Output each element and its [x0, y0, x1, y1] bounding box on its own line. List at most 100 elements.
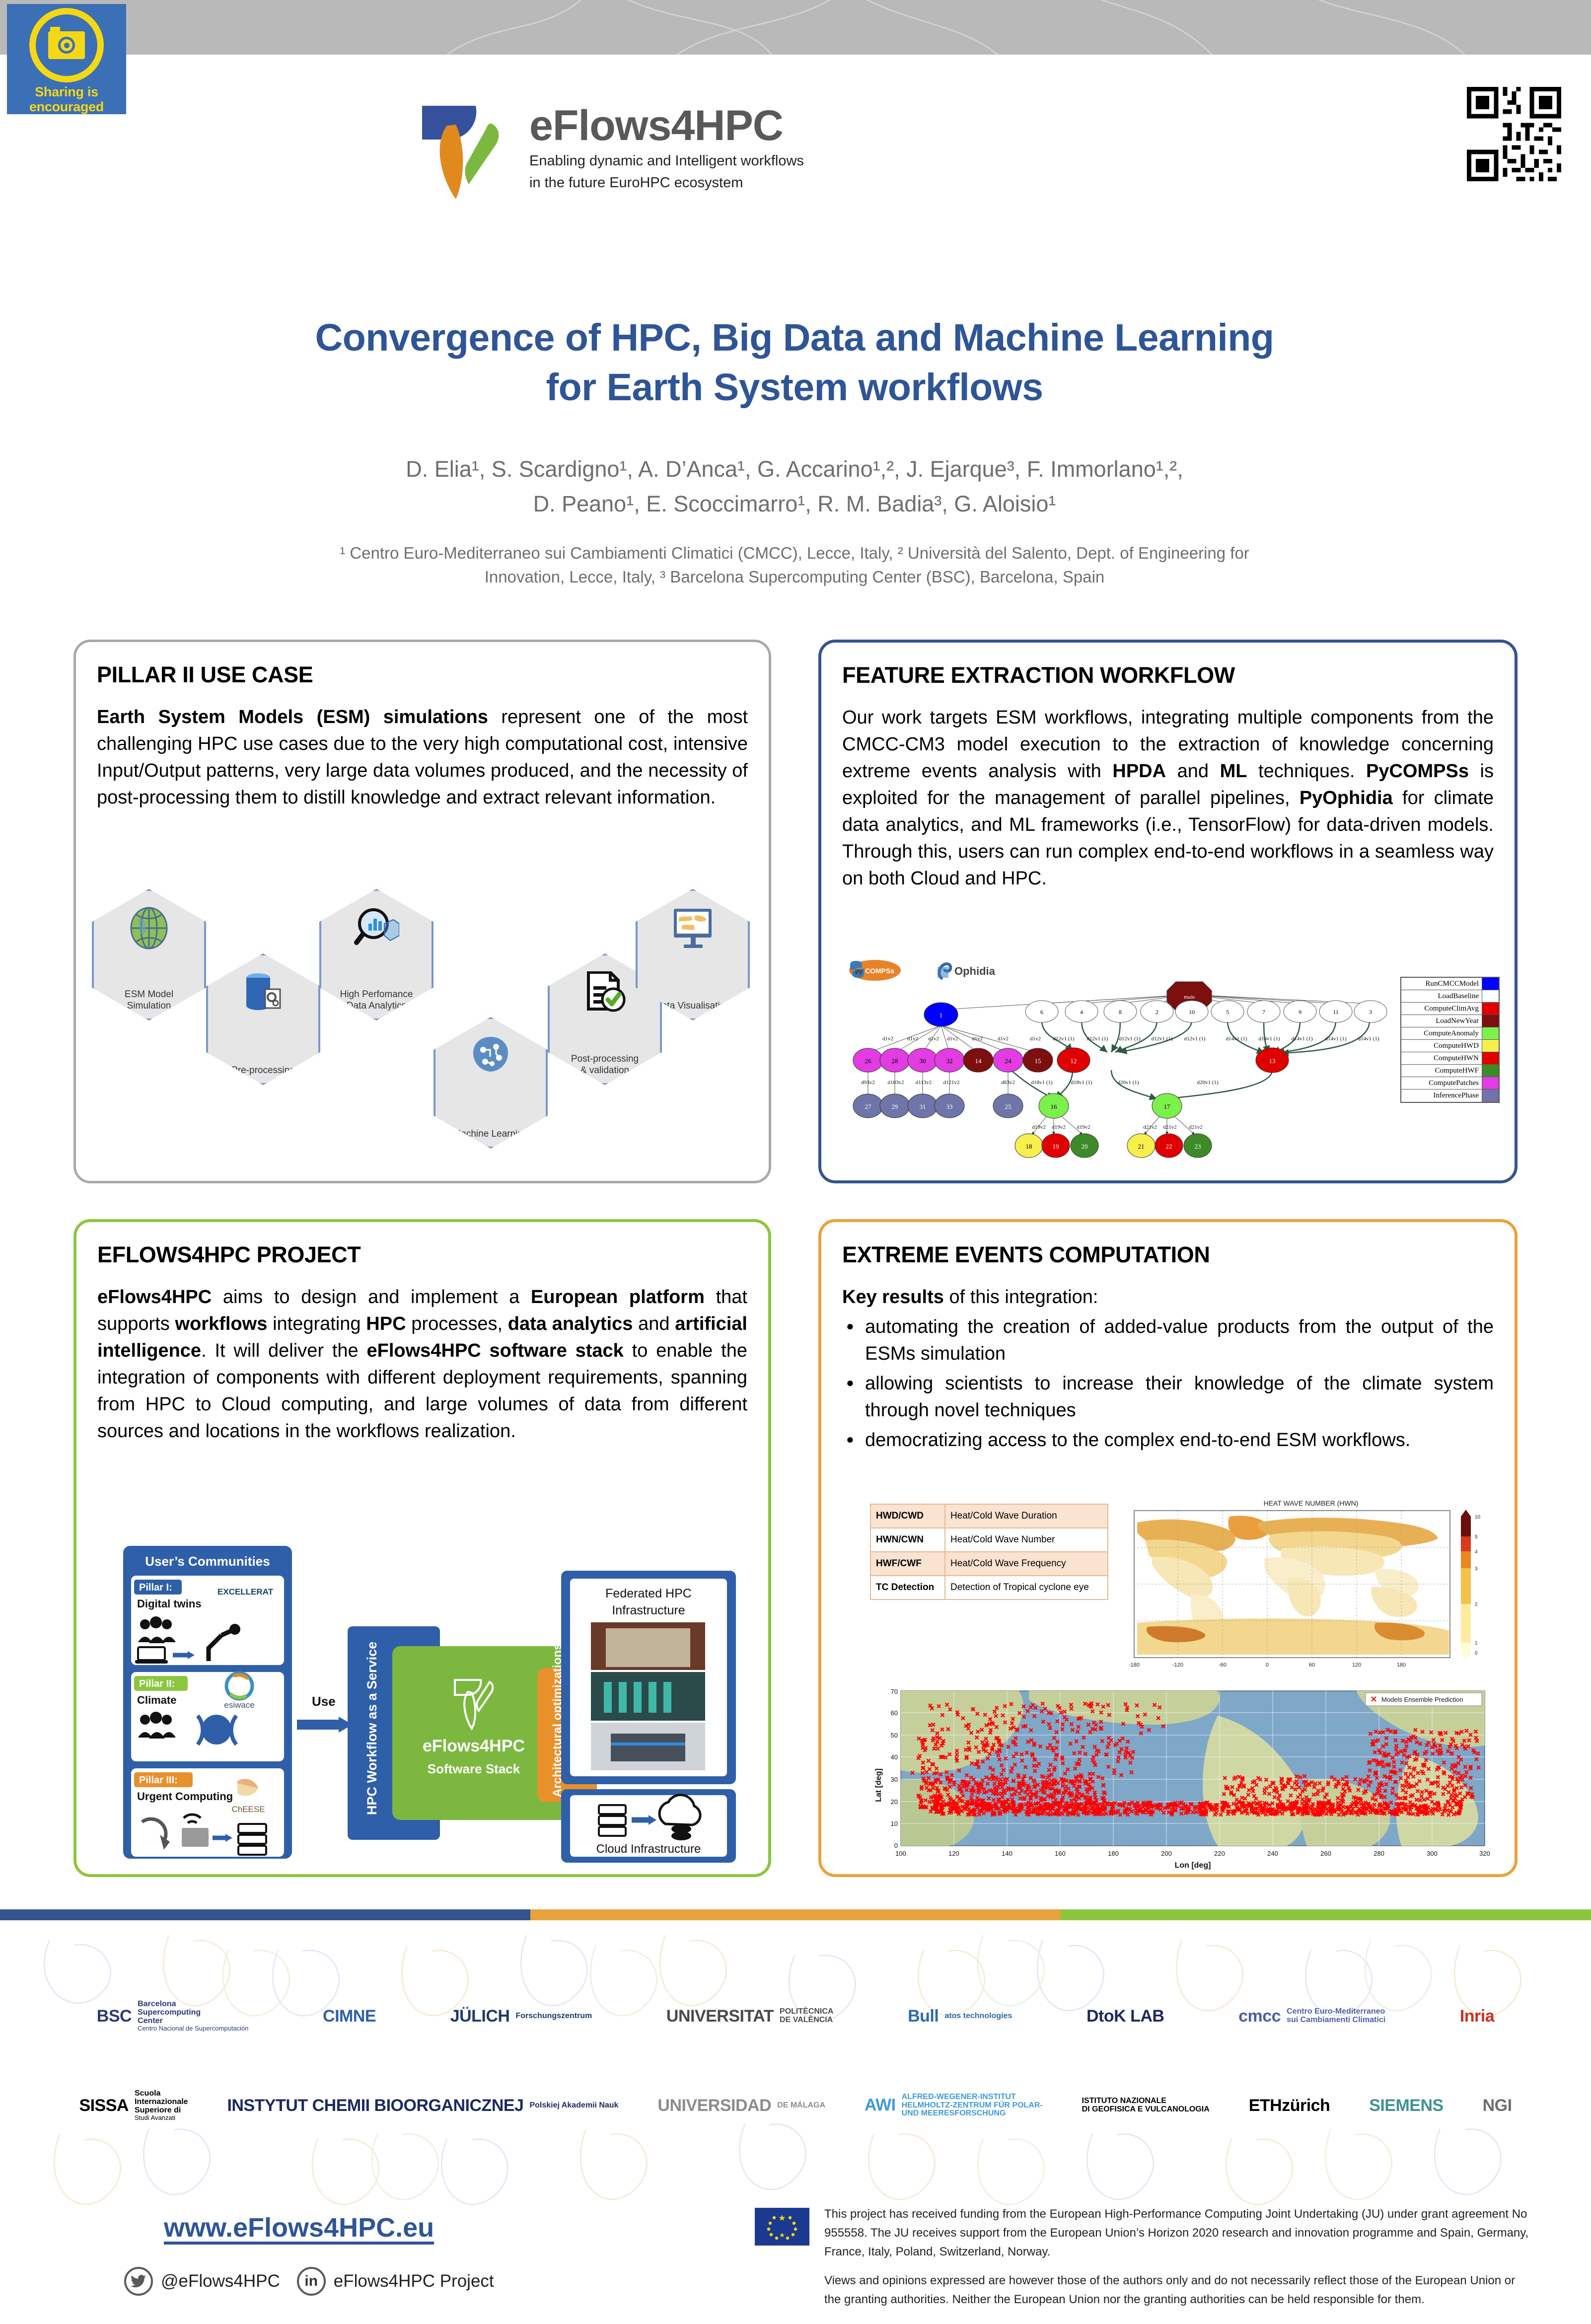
- title-line-1: Convergence of HPC, Big Data and Machine…: [315, 316, 1274, 359]
- svg-text:15: 15: [1035, 1057, 1041, 1065]
- svg-text:EXCELLERAT: EXCELLERAT: [217, 1587, 274, 1597]
- partner-logo-mark: DtoK LAB: [1086, 2006, 1164, 2026]
- svg-text:d14v1 (1): d14v1 (1): [1325, 1036, 1346, 1042]
- legend-swatch: [1482, 1089, 1499, 1102]
- tc-legend-label: Models Ensemble Prediction: [1381, 1696, 1463, 1703]
- svg-text:27: 27: [865, 1103, 872, 1110]
- svg-text:16: 16: [1051, 1103, 1058, 1110]
- funding-paragraph-1: This project has received funding from t…: [824, 2207, 1529, 2258]
- legend-label: ComputePatches: [1429, 1079, 1479, 1087]
- partner-logo-line: Superiore di: [134, 2106, 181, 2114]
- partner-logo-line: DE VALÈNCIA: [780, 2016, 833, 2024]
- hexagon-label-line-1: ESM Model: [124, 989, 174, 1000]
- hexagon-label-line-2: Data Analytics: [346, 1001, 407, 1011]
- page-title: Convergence of HPC, Big Data and Machine…: [89, 313, 1500, 412]
- egu-ring: [29, 8, 104, 82]
- decorative-color-strip: [0, 1909, 1591, 1920]
- partner-logo-text: Polskiej Akademii Nauk: [529, 2101, 618, 2110]
- legend-swatch: [1482, 990, 1499, 1002]
- authors: D. Elia¹, S. Scardigno¹, A. D’Anca¹, G. …: [89, 452, 1500, 521]
- legend-label: ComputeAnomaly: [1424, 1029, 1479, 1037]
- svg-text:3: 3: [1369, 1009, 1372, 1016]
- svg-text:7: 7: [1262, 1009, 1265, 1016]
- partner-logo: SISSA Scuola Internazionale Superiore di Stu…: [79, 2089, 188, 2122]
- eflows4hpc-logo-mark: [417, 102, 511, 201]
- svg-text:0: 0: [894, 1842, 898, 1849]
- strip-segment: [530, 1909, 1061, 1920]
- legend-row: ComputeHWD: [1401, 1040, 1499, 1052]
- qr-code[interactable]: [1467, 87, 1561, 181]
- legend-row: InferencePhase: [1401, 1089, 1499, 1102]
- hexagon-label-line-1: Data Visualisation: [655, 1001, 730, 1011]
- partner-logo: Inria: [1460, 2007, 1495, 2026]
- tc-ylabel: Lat [deg]: [874, 1768, 883, 1802]
- legend-swatch: [1482, 1065, 1499, 1077]
- partner-logo: SIEMENS: [1369, 2096, 1444, 2115]
- partner-logo: UNIVERSITAT POLITÈCNICA DE VALÈNCIA: [666, 2007, 834, 2026]
- partner-logo-mark: cmcc: [1238, 2006, 1281, 2026]
- index-description: Heat/Cold Wave Number: [950, 1534, 1055, 1545]
- linkedin-icon: in: [296, 2267, 326, 2296]
- partner-logo: NGI: [1483, 2096, 1512, 2115]
- partner-logo-mark: ETHzürich: [1248, 2096, 1330, 2115]
- climate-indices-table: HWD/CWD Heat/Cold Wave Duration HWN/CWN Hea…: [870, 1504, 1108, 1600]
- partner-logo: Bull atos technologies: [908, 2007, 1012, 2026]
- partner-logo: ETHzürich: [1249, 2096, 1330, 2115]
- table-row: HWN/CWN Heat/Cold Wave Number: [871, 1528, 1107, 1552]
- website-link[interactable]: www.eFlows4HPC.eu: [164, 2212, 434, 2243]
- camera-lens-icon: [58, 37, 75, 54]
- index-acronym: HWF/CWF: [871, 1552, 945, 1575]
- globe-icon: [94, 907, 204, 949]
- partner-logo-line: ALFRED-WEGENER-INSTITUT: [901, 2092, 1016, 2101]
- partner-logo-mark: JÜLICH: [450, 2006, 510, 2026]
- hpc-title-1: Federated HPC: [605, 1587, 692, 1600]
- panel-pillar-heading: PILLAR II USE CASE: [97, 662, 313, 687]
- extreme-bullet-item: democratizing access to the complex end-…: [842, 1426, 1494, 1453]
- svg-text:d19v2: d19v2: [1052, 1124, 1066, 1130]
- top-decorative-band: [0, 0, 1591, 55]
- svg-text:d19v2: d19v2: [1032, 1124, 1046, 1130]
- svg-text:9: 9: [1299, 1009, 1302, 1016]
- index-description: Heat/Cold Wave Frequency: [950, 1558, 1066, 1569]
- svg-text:32: 32: [946, 1057, 953, 1065]
- linkedin-link[interactable]: in eFlows4HPC Project: [296, 2267, 494, 2296]
- partner-logo-line: POLITÈCNICA: [780, 2007, 834, 2016]
- partner-logos-row-2: SISSA Scuola Internazionale Superiore di Stu…: [0, 2068, 1591, 2143]
- twitter-link[interactable]: @eFlows4HPC: [124, 2267, 280, 2296]
- svg-text:d12v1 (1): d12v1 (1): [1119, 1036, 1140, 1042]
- stack-title: eFlows4HPC: [423, 1737, 525, 1755]
- svg-text:140: 140: [1002, 1850, 1012, 1857]
- partner-logo-line: HELMHOLTZ-ZENTRUM FÜR POLAR-: [901, 2101, 1043, 2109]
- partner-logo-line: Studi Avanzati: [134, 2114, 176, 2122]
- svg-text:20: 20: [891, 1798, 898, 1806]
- index-acronym: TC Detection: [871, 1576, 945, 1599]
- svg-text:-180: -180: [1129, 1662, 1140, 1668]
- hexagon-label-line-1: Post-processing: [571, 1054, 639, 1064]
- svg-text:11: 11: [1333, 1009, 1339, 1016]
- index-description: Heat/Cold Wave Duration: [950, 1511, 1057, 1521]
- partner-logos-row-1: BSC Barcelona Supercomputing Center Centro N…: [0, 1979, 1591, 2053]
- legend-label: InferencePhase: [1433, 1091, 1479, 1099]
- svg-text:5: 5: [1475, 1534, 1478, 1540]
- svg-text:21: 21: [1138, 1143, 1145, 1150]
- partner-logo-line: Centro Nacional de Supercomputación: [138, 2025, 249, 2033]
- database-gear-icon: [208, 971, 318, 1014]
- tc-xticks: 100 120 140 160 180 200 220 240 260 280 300 320: [895, 1850, 1490, 1857]
- svg-text:10: 10: [891, 1820, 898, 1827]
- legend-label: ComputeHWN: [1434, 1054, 1479, 1062]
- svg-text:Climate: Climate: [137, 1694, 176, 1706]
- twitter-icon: [124, 2267, 153, 2296]
- tc-yticks: 0 10 20 30 40 50 60 70: [891, 1688, 898, 1849]
- svg-text:1: 1: [1475, 1641, 1478, 1646]
- social-links: @eFlows4HPC in eFlows4HPC Project: [124, 2267, 494, 2296]
- partner-logo-text: POLITÈCNICA DE VALÈNCIA: [780, 2007, 834, 2025]
- svg-text:Urgent Computing: Urgent Computing: [137, 1790, 233, 1803]
- panel-extreme-intro-rest: of this integration:: [943, 1287, 1098, 1307]
- svg-text:-120: -120: [1172, 1662, 1183, 1668]
- panel-extreme-intro: Key results of this integration:: [842, 1284, 1494, 1310]
- svg-text:2: 2: [1156, 1009, 1158, 1016]
- partner-logo-mark: SIEMENS: [1369, 2096, 1444, 2115]
- partner-logo: INSTYTUT CHEMII BIOORGANICZNEJ Polskiej A…: [227, 2096, 618, 2115]
- hexagon-label-line-2: Simulation: [127, 1001, 171, 1011]
- partner-logo-mark: SISSA: [79, 2096, 129, 2115]
